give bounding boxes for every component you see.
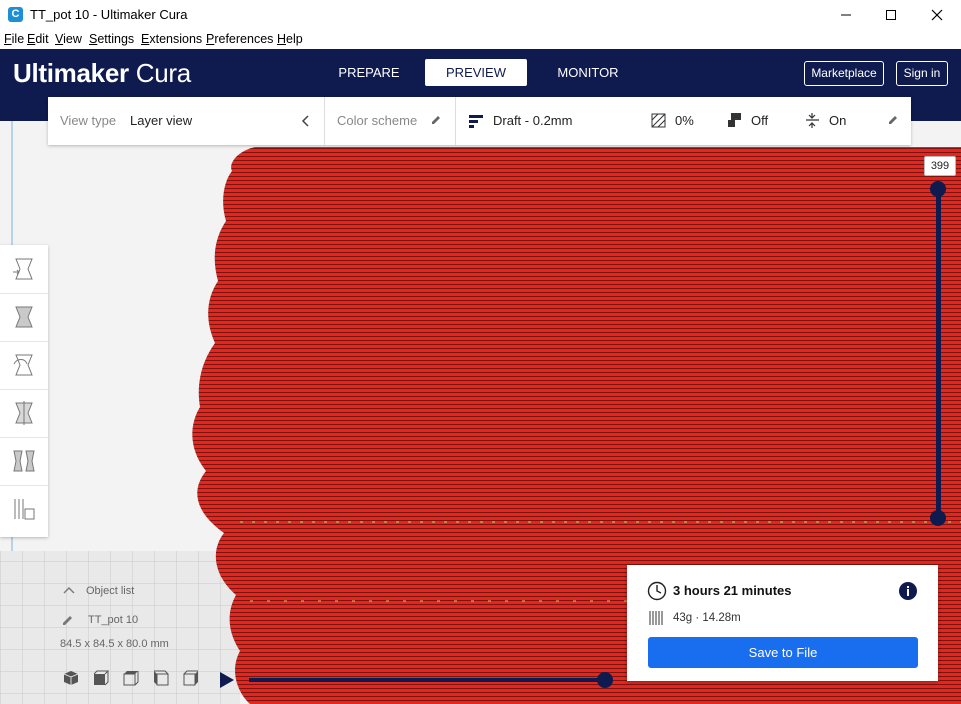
pencil-icon[interactable] [887,114,899,126]
menu-extensions[interactable]: Extensions [141,32,202,46]
menu-edit[interactable]: Edit [27,32,49,46]
object-dimensions: 84.5 x 84.5 x 80.0 mm [60,638,169,650]
infill-icon [651,113,666,128]
sign-in-button[interactable]: Sign in [896,61,948,86]
right-view-icon[interactable] [183,670,199,686]
simulation-progress-track[interactable] [249,678,607,682]
preview-toolbar: View type Layer view Color scheme Draft … [48,97,911,145]
scale-tool[interactable] [0,293,48,342]
title-bar: C TT_pot 10 - Ultimaker Cura [0,0,961,30]
front-view-icon[interactable] [93,670,109,686]
scale-icon [15,306,33,328]
support-value[interactable]: Off [751,113,768,128]
close-button[interactable] [914,0,960,30]
layer-slider-bottom-handle[interactable] [930,510,946,526]
view-type-label: View type [60,113,117,128]
per-model-settings-icon [13,450,35,472]
rotate-icon [13,354,33,376]
menu-preferences[interactable]: Preferences [206,32,273,46]
filament-icon [649,611,663,625]
maximize-icon [886,10,896,20]
minimize-button[interactable] [823,0,869,30]
move-icon [13,258,33,280]
infill-value[interactable]: 0% [675,113,694,128]
print-info-panel: 3 hours 21 minutes 43g · 14.28m Save to … [627,565,938,681]
pencil-icon[interactable] [61,614,74,627]
print-time: 3 hours 21 minutes [673,583,792,598]
pencil-icon[interactable] [430,114,442,126]
left-view-icon[interactable] [153,670,169,686]
close-icon [931,9,943,21]
mirror-icon [15,401,33,425]
info-icon[interactable] [898,581,918,601]
menu-help[interactable]: Help [277,32,303,46]
object-list-toggle[interactable]: Object list [86,585,134,597]
menu-view[interactable]: View [55,32,82,46]
window-title: TT_pot 10 - Ultimaker Cura [30,7,188,22]
view-type-select[interactable]: Layer view [130,113,192,128]
per-model-settings-tool[interactable] [0,437,48,486]
rotate-tool[interactable] [0,341,48,390]
layer-slider-track[interactable] [936,188,941,518]
current-layer-badge[interactable]: 399 [924,156,956,176]
support-blocker-icon [14,499,35,520]
maximize-button[interactable] [868,0,914,30]
clock-icon [647,581,667,601]
chevron-up-icon[interactable] [63,586,75,594]
simulation-progress-handle[interactable] [597,672,613,688]
move-tool[interactable] [0,245,48,294]
play-icon[interactable] [219,671,235,689]
menu-bar: File Edit View Settings Extensions Prefe… [0,30,961,49]
ultimaker-cura-logo: Ultimaker Cura [13,58,191,88]
left-toolbar [0,245,48,537]
tab-preview[interactable]: PREVIEW [425,59,527,86]
build-plate [0,551,240,704]
tab-monitor[interactable]: MONITOR [543,59,633,86]
tab-prepare[interactable]: PREPARE [325,59,413,86]
save-to-file-button[interactable]: Save to File [648,637,918,668]
support-blocker-tool[interactable] [0,485,48,533]
mirror-tool[interactable] [0,389,48,438]
adhesion-icon [806,113,819,128]
print-profile-icon [469,115,483,128]
top-view-icon[interactable] [123,670,139,686]
adhesion-value[interactable]: On [829,113,846,128]
minimize-icon [841,14,851,16]
3d-view-icon[interactable] [63,670,79,686]
material-usage: 43g · 14.28m [673,612,741,624]
menu-settings[interactable]: Settings [89,32,134,46]
print-profile-value[interactable]: Draft - 0.2mm [493,113,572,128]
cura-app-icon: C [8,7,23,22]
menu-file[interactable]: File [4,32,24,46]
layer-slider-top-handle[interactable] [930,181,946,197]
marketplace-button[interactable]: Marketplace [804,61,884,86]
toolbar-divider [324,97,325,145]
chevron-left-icon[interactable] [300,114,310,128]
support-icon [728,113,741,127]
color-scheme-button[interactable]: Color scheme [337,113,417,128]
object-name[interactable]: TT_pot 10 [88,614,138,626]
toolbar-divider [455,97,456,145]
